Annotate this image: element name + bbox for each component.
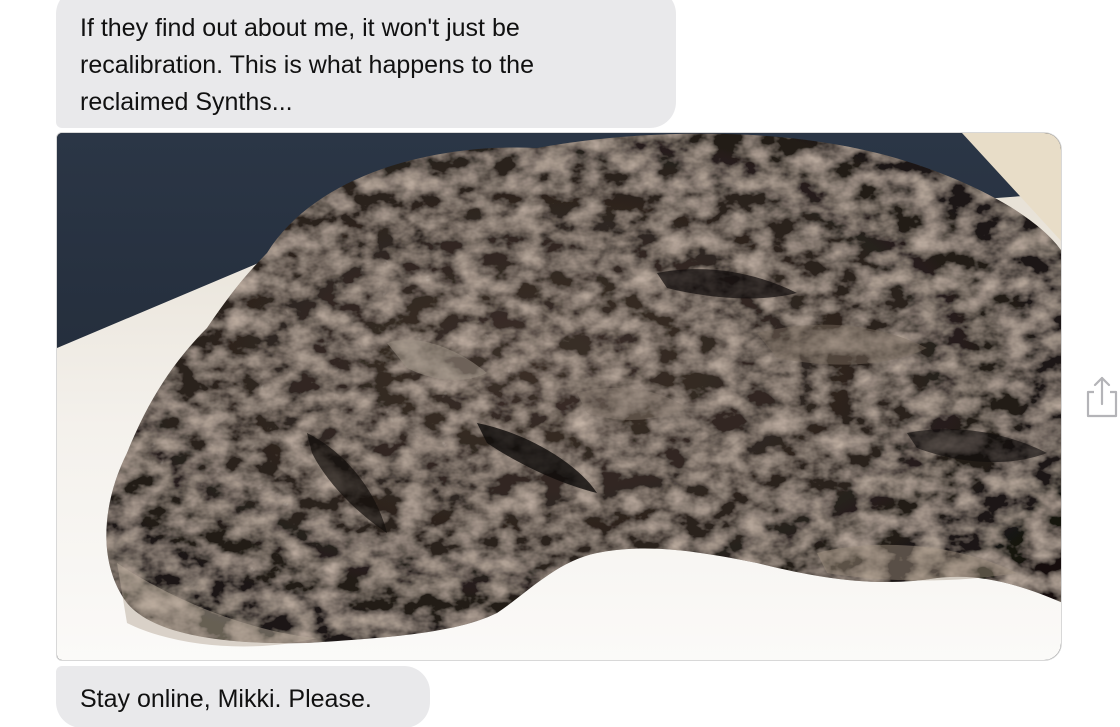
- share-icon-glyph: [1086, 376, 1118, 418]
- message-image-attachment[interactable]: [56, 132, 1062, 661]
- message-text-line: recalibration. This is what happens to t…: [80, 51, 534, 79]
- charred-remains-photo: [57, 133, 1061, 660]
- message-text-line: If they find out about me, it won't just…: [80, 14, 520, 42]
- message-thread: If they find out about me, it won't just…: [0, 0, 1120, 727]
- incoming-message-bubble[interactable]: Stay online, Mikki. Please.: [56, 666, 430, 727]
- message-text-line: reclaimed Synths...: [80, 88, 293, 116]
- share-icon[interactable]: [1084, 374, 1120, 420]
- incoming-message-bubble[interactable]: If they find out about me, it won't just…: [56, 0, 676, 128]
